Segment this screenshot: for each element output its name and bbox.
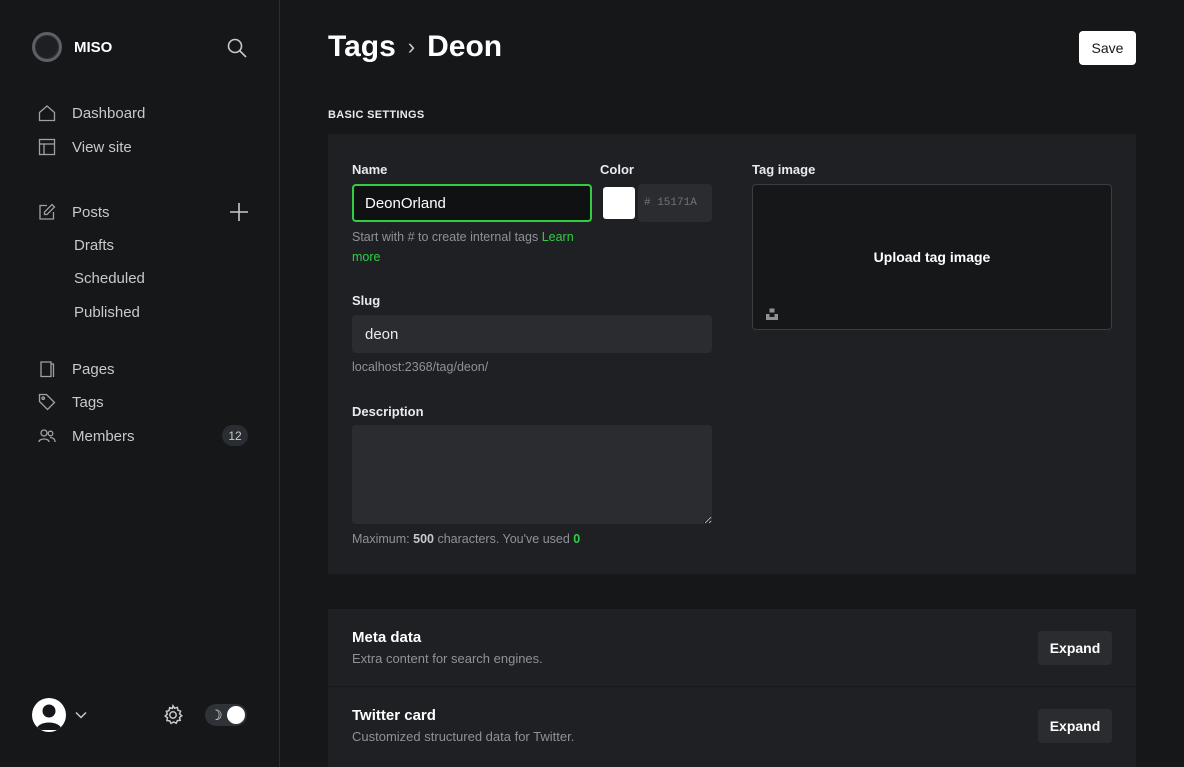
sidebar-item-tags[interactable]: Tags: [38, 390, 104, 414]
search-icon[interactable]: [226, 37, 248, 59]
desc-hint-used: 0: [573, 532, 581, 546]
sidebar-item-dashboard[interactable]: Dashboard: [38, 101, 145, 125]
moon-icon: ☽: [210, 707, 223, 723]
members-icon: [38, 429, 56, 443]
sidebar-item-label: Tags: [72, 393, 104, 411]
expand-meta-data-button[interactable]: Expand: [1038, 631, 1112, 665]
section-label: BASIC SETTINGS: [328, 109, 425, 121]
sidebar-item-label: Posts: [72, 203, 110, 221]
slug-input[interactable]: [352, 315, 712, 353]
breadcrumb-separator-icon: ›: [407, 34, 416, 59]
brand-name: MISO: [74, 38, 113, 56]
name-label: Name: [352, 162, 388, 177]
card-title: Meta data: [352, 629, 422, 646]
sidebar-item-members[interactable]: Members: [38, 424, 135, 448]
sidebar-item-drafts[interactable]: Drafts: [74, 237, 114, 254]
sidebar-item-label: Pages: [72, 360, 115, 378]
card-title: Twitter card: [352, 707, 436, 724]
description-hint: Maximum: 500 characters. You've used 0: [352, 529, 580, 549]
name-input[interactable]: [352, 184, 592, 222]
tag-icon: [38, 393, 56, 411]
description-textarea[interactable]: [352, 425, 712, 524]
toggle-knob: [227, 706, 245, 724]
members-count-badge: 12: [222, 425, 248, 446]
page-title: Tags › Deon: [328, 30, 502, 64]
brand-logo-icon: [32, 32, 62, 62]
meta-data-card: Meta data Extra content for search engin…: [328, 609, 1136, 686]
expand-twitter-card-button[interactable]: Expand: [1038, 709, 1112, 743]
brand[interactable]: MISO: [32, 32, 112, 62]
desc-hint-prefix: Maximum:: [352, 532, 414, 546]
twitter-card: Twitter card Customized structured data …: [328, 687, 1136, 767]
add-post-icon[interactable]: [228, 201, 250, 223]
description-label: Description: [352, 404, 424, 419]
color-hex-input[interactable]: [638, 184, 712, 222]
theme-toggle[interactable]: ☽: [205, 704, 247, 726]
sidebar-item-pages[interactable]: Pages: [38, 357, 115, 381]
breadcrumb-tags[interactable]: Tags: [328, 30, 396, 64]
layout-icon: [38, 138, 56, 156]
edit-icon: [39, 203, 56, 220]
sidebar-item-view-site[interactable]: View site: [38, 135, 132, 159]
home-icon: [38, 105, 56, 122]
color-label: Color: [600, 162, 634, 177]
avatar[interactable]: [32, 698, 66, 732]
breadcrumb-current: Deon: [427, 30, 503, 63]
save-button[interactable]: Save: [1079, 31, 1136, 65]
sidebar-item-scheduled[interactable]: Scheduled: [74, 270, 145, 287]
unsplash-icon[interactable]: [765, 307, 779, 321]
slug-url: localhost:2368/tag/deon/: [352, 360, 489, 374]
user-icon: [36, 704, 62, 730]
card-description: Extra content for search engines.: [352, 651, 543, 666]
sidebar-item-posts[interactable]: Posts: [38, 200, 110, 224]
desc-hint-mid: characters. You've used: [433, 532, 574, 546]
tag-image-label: Tag image: [752, 162, 816, 177]
name-hint: Start with # to create internal tags Lea…: [352, 227, 592, 267]
upload-tag-image-label: Upload tag image: [873, 249, 991, 265]
sidebar-item-label: View site: [72, 138, 132, 156]
slug-label: Slug: [352, 293, 381, 308]
chevron-down-icon[interactable]: [74, 708, 88, 722]
sidebar: MISO Dashboard View site Posts Drafts Sc…: [0, 0, 280, 767]
card-description: Customized structured data for Twitter.: [352, 729, 575, 744]
sidebar-item-published[interactable]: Published: [74, 304, 140, 321]
sidebar-item-label: Members: [72, 427, 135, 445]
color-swatch[interactable]: [603, 187, 635, 219]
sidebar-item-label: Dashboard: [72, 104, 146, 122]
gear-icon[interactable]: [162, 704, 184, 726]
page-icon: [40, 361, 55, 378]
desc-hint-max: 500: [413, 532, 434, 546]
name-hint-text: Start with # to create internal tags: [352, 230, 542, 244]
tag-image-upload[interactable]: Upload tag image: [752, 184, 1112, 330]
